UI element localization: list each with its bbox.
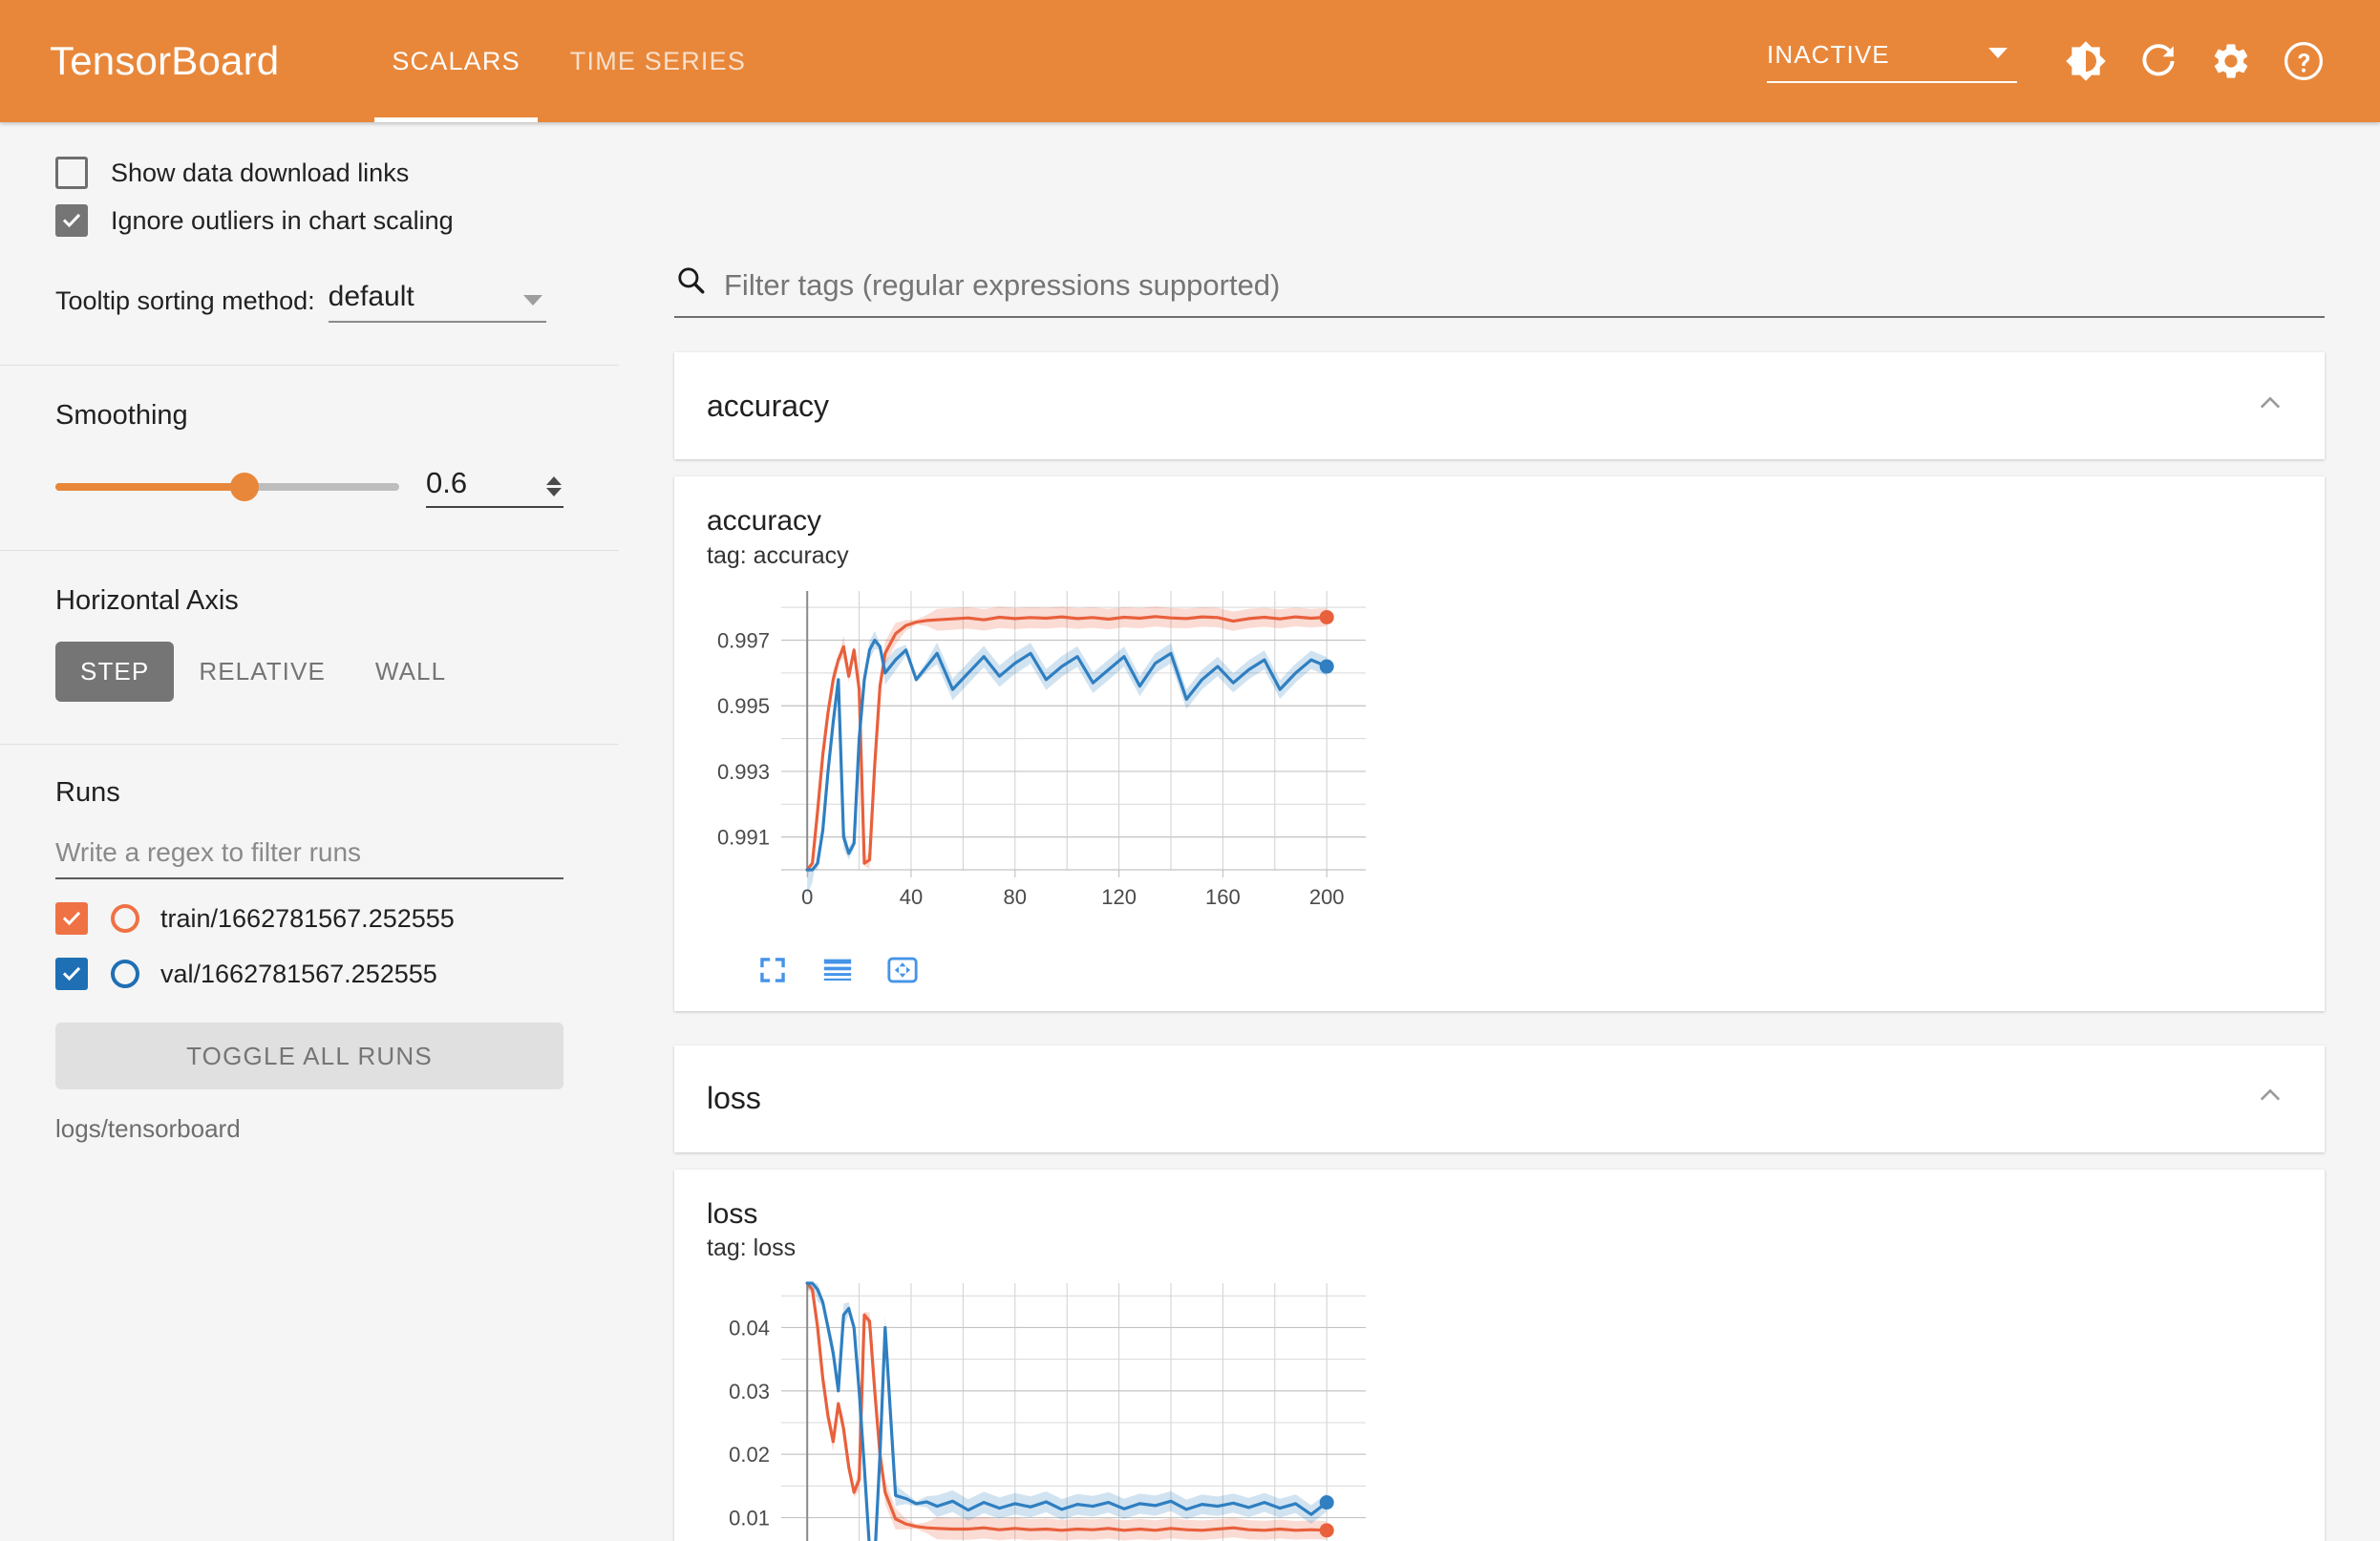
tag-filter-input[interactable]: Filter tags (regular expressions support… [674, 264, 2325, 318]
smoothing-title: Smoothing [55, 400, 188, 431]
svg-text:160: 160 [1205, 885, 1241, 909]
ignore-outliers-checkbox-row[interactable]: Ignore outliers in chart scaling [55, 204, 563, 237]
smoothing-slider-thumb[interactable] [230, 473, 259, 501]
tooltip-sorting-value: default [328, 281, 414, 312]
run-color-circle-train[interactable] [111, 904, 139, 933]
main-tabs: SCALARS TIME SERIES [367, 0, 771, 122]
horizontal-axis-step[interactable]: STEP [55, 642, 175, 702]
run-checkbox-train[interactable] [55, 902, 88, 935]
svg-text:0.02: 0.02 [729, 1443, 770, 1467]
plot-accuracy[interactable]: 0.991 0.993 0.995 0.997 0 40 80 120 160 200 [707, 583, 2325, 937]
tag-filter-placeholder: Filter tags (regular expressions support… [724, 268, 1281, 302]
runs-title: Runs [55, 777, 120, 808]
sidebar: Show data download links Ignore outliers… [0, 122, 619, 1541]
tab-scalars[interactable]: SCALARS [367, 0, 544, 122]
svg-text:0.995: 0.995 [717, 694, 770, 718]
runs-filter-input[interactable]: Write a regex to filter runs [55, 837, 563, 879]
smoothing-row: 0.6 [55, 466, 563, 508]
header-actions: INACTIVE [1767, 25, 2340, 97]
chart-title-accuracy: accuracy [707, 505, 822, 537]
runs-section: Runs Write a regex to filter runs train/… [0, 745, 619, 1144]
svg-text:0.991: 0.991 [717, 825, 770, 849]
run-label-train: train/1662781567.252555 [160, 903, 455, 933]
tab-scalars-label: SCALARS [392, 46, 521, 75]
toggle-all-runs-button[interactable]: TOGGLE ALL RUNS [55, 1023, 563, 1089]
plot-loss[interactable]: 0.010.020.030.0404080120160200 [707, 1276, 2325, 1541]
runs-filter-placeholder: Write a regex to filter runs [55, 837, 362, 867]
smoothing-input[interactable]: 0.6 [426, 466, 563, 508]
horizontal-axis-section: Horizontal Axis STEP RELATIVE WALL [0, 551, 619, 702]
horizontal-axis-buttons: STEP RELATIVE WALL [55, 642, 563, 702]
plot-svg-loss[interactable]: 0.010.020.030.0404080120160200 [707, 1276, 1375, 1541]
tab-time-series[interactable]: TIME SERIES [545, 0, 771, 122]
section-title-loss: loss [707, 1081, 761, 1115]
run-checkbox-val[interactable] [55, 958, 88, 990]
tooltip-sorting-label: Tooltip sorting method: [55, 286, 315, 315]
chevron-up-icon[interactable] [2254, 1080, 2286, 1117]
svg-text:200: 200 [1309, 885, 1345, 909]
section-header-accuracy[interactable]: accuracy [674, 352, 2325, 459]
chart-card-loss: loss tag: loss 0.010.020.030.04040801201… [674, 1169, 2325, 1541]
svg-text:80: 80 [1004, 885, 1027, 909]
smoothing-section: Smoothing 0.6 [0, 366, 619, 508]
run-status-dropdown[interactable]: INACTIVE [1767, 40, 2017, 83]
svg-text:40: 40 [900, 885, 923, 909]
svg-text:120: 120 [1101, 885, 1137, 909]
brand-title: TensorBoard [50, 38, 280, 83]
stepper-up-icon[interactable] [546, 476, 562, 485]
smoothing-stepper[interactable] [546, 476, 562, 496]
gear-icon[interactable] [2195, 25, 2267, 97]
run-label-val: val/1662781567.252555 [160, 959, 437, 988]
plot-svg-accuracy[interactable]: 0.9910.9930.9950.9970 40 80 120 160 200 [707, 583, 1375, 937]
pan-reset-icon[interactable] [886, 954, 919, 986]
chart-tag-accuracy: tag: accuracy [707, 541, 849, 569]
brightness-icon[interactable] [2050, 25, 2122, 97]
run-item-val[interactable]: val/1662781567.252555 [55, 958, 563, 990]
chart-lines-icon[interactable] [821, 954, 854, 986]
ignore-outliers-label: Ignore outliers in chart scaling [111, 205, 454, 235]
tooltip-sorting-row: Tooltip sorting method: default [55, 281, 563, 323]
smoothing-slider-fill [55, 483, 244, 491]
run-item-train[interactable]: train/1662781567.252555 [55, 902, 563, 935]
search-icon [674, 264, 707, 301]
chart-tag-loss: tag: loss [707, 1235, 797, 1261]
show-download-links-label: Show data download links [111, 158, 410, 187]
smoothing-slider[interactable] [55, 473, 399, 501]
svg-text:0.01: 0.01 [729, 1507, 770, 1530]
svg-text:0.03: 0.03 [729, 1380, 770, 1404]
horizontal-axis-title: Horizontal Axis [55, 585, 239, 616]
show-download-links-checkbox[interactable] [55, 157, 88, 189]
chevron-up-icon[interactable] [2254, 388, 2286, 425]
svg-text:0.997: 0.997 [717, 628, 770, 652]
help-icon[interactable] [2267, 25, 2340, 97]
expand-chart-icon[interactable] [756, 954, 789, 986]
chevron-down-icon [1988, 47, 2008, 58]
section-card-accuracy: accuracy [674, 352, 2325, 459]
logdir-path: logs/tensorboard [55, 1114, 241, 1143]
chevron-down-icon [522, 295, 542, 306]
ignore-outliers-checkbox[interactable] [55, 204, 88, 237]
horizontal-axis-relative[interactable]: RELATIVE [174, 642, 351, 702]
app-header: TensorBoard SCALARS TIME SERIES INACTIVE [0, 0, 2380, 122]
stepper-down-icon[interactable] [546, 488, 562, 496]
chart-card-accuracy: accuracy tag: accuracy 0.991 0.993 0.995 0.… [674, 476, 2325, 1011]
run-status-label: INACTIVE [1767, 39, 1890, 69]
svg-text:0.04: 0.04 [729, 1316, 770, 1340]
section-title-accuracy: accuracy [707, 388, 830, 423]
run-color-circle-val[interactable] [111, 960, 139, 988]
svg-text:0.993: 0.993 [717, 759, 770, 783]
section-card-loss: loss [674, 1045, 2325, 1152]
tooltip-sorting-dropdown[interactable]: default [328, 281, 546, 323]
section-header-loss[interactable]: loss [674, 1045, 2325, 1152]
chart-title-loss: loss [707, 1197, 758, 1230]
tab-time-series-label: TIME SERIES [569, 46, 747, 75]
horizontal-axis-wall[interactable]: WALL [351, 642, 471, 702]
refresh-icon[interactable] [2122, 25, 2195, 97]
chart-toolbar-accuracy [707, 937, 2325, 1011]
show-download-links-checkbox-row[interactable]: Show data download links [55, 157, 563, 189]
main-content: Filter tags (regular expressions support… [619, 122, 2380, 1541]
smoothing-value: 0.6 [426, 466, 468, 499]
